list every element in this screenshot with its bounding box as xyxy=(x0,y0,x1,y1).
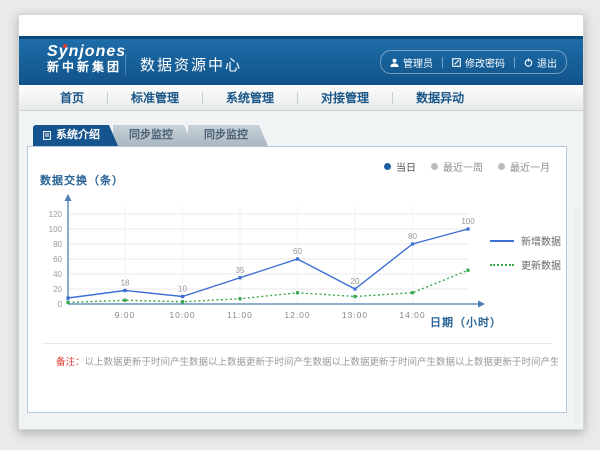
radio-today[interactable]: 当日 xyxy=(384,159,416,174)
legend-label: 新增数据 xyxy=(521,233,561,248)
svg-text:10:00: 10:00 xyxy=(169,310,195,320)
svg-text:13:00: 13:00 xyxy=(342,310,368,320)
svg-text:20: 20 xyxy=(53,285,62,294)
radio-label: 最近一周 xyxy=(443,159,483,174)
chart-legend: 新增数据 更新数据 xyxy=(490,233,561,272)
radio-label: 最近一月 xyxy=(510,159,550,174)
window-top-strip xyxy=(19,15,583,36)
tab-system-intro[interactable]: 系统介绍 xyxy=(33,125,118,146)
logout-label: 退出 xyxy=(537,55,557,70)
nav-item-interface-mgmt[interactable]: 对接管理 xyxy=(298,89,392,106)
legend-label: 更新数据 xyxy=(521,257,561,272)
tab-sync-monitor-1[interactable]: 同步监控 xyxy=(113,125,193,146)
logo-text-en: Synjones xyxy=(47,43,126,61)
svg-text:80: 80 xyxy=(408,232,417,241)
radio-dot-icon xyxy=(431,163,438,170)
logo-text-cn: 新中新集团 xyxy=(47,61,126,74)
radio-last-week[interactable]: 最近一周 xyxy=(431,159,483,174)
svg-text:18: 18 xyxy=(121,279,130,288)
svg-text:9:00: 9:00 xyxy=(115,310,136,320)
nav-item-standard-mgmt[interactable]: 标准管理 xyxy=(108,89,202,106)
content-area: 系统介绍 同步监控 同步监控 当日 最近一周 xyxy=(19,111,583,429)
app-window: Synjones 新中新集团 数据资源中心 管理员 修改密码 退出 首页 xyxy=(18,14,584,430)
legend-item-new-data[interactable]: 新增数据 xyxy=(490,233,561,248)
svg-text:100: 100 xyxy=(461,217,475,226)
svg-text:35: 35 xyxy=(236,266,245,275)
radio-label: 当日 xyxy=(396,159,416,174)
admin-user-button[interactable]: 管理员 xyxy=(381,55,442,70)
svg-text:100: 100 xyxy=(49,225,63,234)
note-text: 以上数据更新于时间产生数据以上数据更新于时间产生数据以上数据更新于时间产生数据以… xyxy=(85,357,558,368)
svg-text:120: 120 xyxy=(49,210,63,219)
svg-text:80: 80 xyxy=(53,240,62,249)
chart-panel: 当日 最近一周 最近一月 数据交换（条） 0 20 40 60 80 100 120 9:00… xyxy=(27,146,567,413)
company-logo: Synjones 新中新集团 xyxy=(47,43,126,74)
footer-note: 备注：以上数据更新于时间产生数据以上数据更新于时间产生数据以上数据更新于时间产生… xyxy=(56,354,558,368)
note-prefix: 备注： xyxy=(56,357,85,368)
legend-item-updated-data[interactable]: 更新数据 xyxy=(490,257,561,272)
legend-line-solid-icon xyxy=(490,240,514,242)
svg-text:10: 10 xyxy=(178,285,187,294)
svg-text:14:00: 14:00 xyxy=(399,310,425,320)
svg-text:20: 20 xyxy=(351,277,360,286)
tab-sync-monitor-2[interactable]: 同步监控 xyxy=(188,125,268,146)
tab-bar: 系统介绍 同步监控 同步监控 xyxy=(33,125,268,146)
tab-label: 系统介绍 xyxy=(56,125,100,146)
x-axis-title: 日期（小时） xyxy=(430,314,502,330)
nav-item-home[interactable]: 首页 xyxy=(37,89,107,106)
edit-icon xyxy=(452,58,461,67)
admin-user-label: 管理员 xyxy=(403,55,433,70)
change-password-label: 修改密码 xyxy=(465,55,505,70)
svg-text:12:00: 12:00 xyxy=(284,310,310,320)
panel-divider xyxy=(42,343,552,344)
radio-dot-icon xyxy=(498,163,505,170)
tab-label: 同步监控 xyxy=(204,129,248,141)
svg-text:0: 0 xyxy=(58,300,63,309)
logout-button[interactable]: 退出 xyxy=(515,55,566,70)
document-icon xyxy=(43,131,51,140)
logo-red-dot-icon xyxy=(63,44,67,48)
svg-text:11:00: 11:00 xyxy=(227,310,253,320)
radio-dot-icon xyxy=(384,163,391,170)
svg-text:60: 60 xyxy=(293,247,302,256)
tab-label: 同步监控 xyxy=(129,129,173,141)
legend-line-dotted-icon xyxy=(490,264,514,266)
main-nav: 首页 标准管理 系统管理 对接管理 数据异动 xyxy=(19,85,583,111)
radio-last-month[interactable]: 最近一月 xyxy=(498,159,550,174)
power-icon xyxy=(524,58,533,67)
user-icon xyxy=(390,58,399,67)
nav-item-data-change[interactable]: 数据异动 xyxy=(393,89,487,106)
y-axis-title: 数据交换（条） xyxy=(40,172,124,188)
time-range-filter: 当日 最近一周 最近一月 xyxy=(384,159,550,174)
app-header: Synjones 新中新集团 数据资源中心 管理员 修改密码 退出 xyxy=(19,36,583,85)
vertical-scrollbar[interactable] xyxy=(573,208,580,424)
nav-item-system-mgmt[interactable]: 系统管理 xyxy=(203,89,297,106)
svg-text:40: 40 xyxy=(53,270,62,279)
page-title: 数据资源中心 xyxy=(125,54,242,75)
svg-text:60: 60 xyxy=(53,255,62,264)
change-password-button[interactable]: 修改密码 xyxy=(443,55,514,70)
user-controls: 管理员 修改密码 退出 xyxy=(380,50,567,74)
